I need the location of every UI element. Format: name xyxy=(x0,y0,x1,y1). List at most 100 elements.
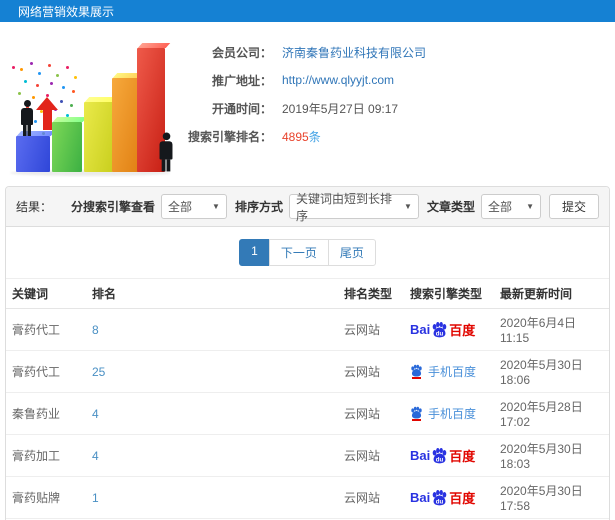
header-updated: 最新更新时间 xyxy=(500,287,573,301)
next-page-button[interactable]: 下一页 xyxy=(268,239,329,266)
baidu-mobile-label: 手机百度 xyxy=(428,407,477,421)
confetti-decoration xyxy=(12,66,15,69)
keyword-cell: 膏药加工 xyxy=(6,434,86,477)
engine-type-cell: Bai du 百度 xyxy=(404,308,494,351)
baidu-pc-logo: Bai du 百度 xyxy=(410,446,475,465)
baidu-paw-icon: du xyxy=(432,490,447,506)
rank-count-row: 搜索引擎排名： 4895条 xyxy=(176,122,615,150)
chart-bar-blue xyxy=(16,136,50,172)
rank-type-cell: 云网站 xyxy=(338,434,404,477)
engine-filter-label: 分搜索引擎查看 xyxy=(70,200,155,214)
baidu-mobile-logo: 手机百度 xyxy=(410,363,476,380)
rank-link[interactable]: 1 xyxy=(92,491,99,505)
page-title-bar: 网络营销效果展示 xyxy=(0,0,615,22)
open-time-label: 开通时间： xyxy=(211,101,272,116)
rank-link[interactable]: 4 xyxy=(92,449,99,463)
table-header-row: 关键词 排名 排名类型 搜索引擎类型 最新更新时间 xyxy=(6,278,609,309)
svg-text:du: du xyxy=(436,330,444,337)
rank-type-cell: 云网站 xyxy=(338,392,404,435)
results-panel: 结果： 分搜索引擎查看 全部 ▼ 排序方式 关键词由短到长排序 ▼ 文章类型 全… xyxy=(5,186,610,520)
updated-time-cell: 2020年5月30日 17:58 xyxy=(494,476,609,519)
page-title: 网络营销效果展示 xyxy=(18,4,115,19)
article-type-value: 全部 xyxy=(487,200,512,214)
promo-url-label: 推广地址： xyxy=(211,73,272,88)
engine-filter-value: 全部 xyxy=(167,200,192,214)
chart-bar-yellow xyxy=(84,102,113,172)
rank-type-cell: 云网站 xyxy=(338,308,404,351)
last-page-button[interactable]: 尾页 xyxy=(327,239,376,266)
header-engine-type: 搜索引擎类型 xyxy=(410,287,483,301)
growth-arrow-icon xyxy=(36,97,58,130)
baidu-mobile-logo: 手机百度 xyxy=(410,405,476,422)
baidu-mobile-paw-icon xyxy=(410,364,423,379)
baidu-mobile-paw-icon xyxy=(410,406,423,421)
page-1-button[interactable]: 1 xyxy=(239,239,270,266)
baidu-logo-cn-text: 百度 xyxy=(449,449,476,464)
businessman-figure-right xyxy=(159,132,173,172)
company-row: 会员公司： 济南秦鲁药业科技有限公司 xyxy=(176,38,615,66)
results-panel-heading: 结果： 分搜索引擎查看 全部 ▼ 排序方式 关键词由短到长排序 ▼ 文章类型 全… xyxy=(6,187,609,227)
updated-time-cell: 2020年5月28日 17:02 xyxy=(494,392,609,435)
article-type-label: 文章类型 xyxy=(426,200,475,214)
svg-text:du: du xyxy=(436,498,444,505)
baidu-paw-icon: du xyxy=(432,448,447,464)
header-keyword: 关键词 xyxy=(12,287,49,301)
chevron-down-icon: ▼ xyxy=(404,202,412,211)
header-rank: 排名 xyxy=(92,287,117,301)
company-link[interactable]: 济南秦鲁药业科技有限公司 xyxy=(282,44,426,61)
keyword-cell: 膏药代工 xyxy=(6,308,86,351)
rank-link[interactable]: 25 xyxy=(92,365,105,379)
member-info-rows: 会员公司： 济南秦鲁药业科技有限公司 推广地址： http://www.qlyy… xyxy=(176,32,615,180)
keyword-cell: 膏药贴牌 xyxy=(6,476,86,519)
rank-type-cell: 云网站 xyxy=(338,476,404,519)
submit-button[interactable]: 提交 xyxy=(548,194,599,219)
baidu-mobile-label: 手机百度 xyxy=(428,365,477,379)
chevron-down-icon: ▼ xyxy=(212,202,220,211)
table-row: 膏药代工 25 云网站 手机百度 2020年5月30日 18:06 xyxy=(6,350,609,393)
results-panel-body: 1 下一页 尾页 关键词 排名 排名类型 搜索引擎类型 最新更新时间 膏药代工 … xyxy=(6,227,609,520)
filter-controls: 分搜索引擎查看 全部 ▼ 排序方式 关键词由短到长排序 ▼ 文章类型 全部 ▼ … xyxy=(63,192,599,223)
results-label: 结果： xyxy=(16,200,53,214)
table-row: 膏药代工 8 云网站 Bai du 百度 2020年6月4日 11:15 xyxy=(6,308,609,351)
member-info-section: 会员公司： 济南秦鲁药业科技有限公司 推广地址： http://www.qlyy… xyxy=(0,32,615,180)
open-time-row: 开通时间： 2019年5月27日 09:17 xyxy=(176,94,615,122)
updated-time-cell: 2020年6月4日 11:15 xyxy=(494,308,609,351)
updated-time-cell: 2020年5月30日 18:06 xyxy=(494,350,609,393)
baidu-logo-bai-text: Bai xyxy=(410,448,431,463)
results-table: 关键词 排名 排名类型 搜索引擎类型 最新更新时间 膏药代工 8 云网站 Bai xyxy=(6,278,609,520)
pagination: 1 下一页 尾页 xyxy=(6,239,609,266)
businessman-figure-left xyxy=(21,100,33,136)
table-row: 秦鲁药业 4 云网站 手机百度 2020年5月28日 17:02 xyxy=(6,392,609,435)
rank-link[interactable]: 8 xyxy=(92,323,99,337)
baidu-logo-bai-text: Bai xyxy=(410,322,431,337)
company-label: 会员公司： xyxy=(211,45,272,60)
promo-url-row: 推广地址： http://www.qlyyjt.com xyxy=(176,66,615,94)
rank-count-label: 搜索引擎排名： xyxy=(187,129,272,144)
svg-text:du: du xyxy=(436,456,444,463)
keyword-cell: 秦鲁药业 xyxy=(6,392,86,435)
updated-time-cell: 2020年5月30日 18:03 xyxy=(494,434,609,477)
baidu-logo-cn-text: 百度 xyxy=(449,491,476,506)
header-rank-type: 排名类型 xyxy=(344,287,393,301)
sort-value: 关键词由短到长排序 xyxy=(295,191,392,223)
open-time-value: 2019年5月27日 09:17 xyxy=(282,101,399,116)
rank-type-cell: 云网站 xyxy=(338,350,404,393)
engine-type-cell: Bai du 百度 xyxy=(404,434,494,477)
engine-type-cell: 手机百度 xyxy=(404,350,494,393)
bar-chart-illustration xyxy=(6,32,176,178)
baidu-paw-icon: du xyxy=(432,322,447,338)
rank-count-value: 4895条 xyxy=(282,129,321,144)
keyword-cell: 膏药代工 xyxy=(6,350,86,393)
engine-type-cell: 手机百度 xyxy=(404,392,494,435)
chevron-down-icon: ▼ xyxy=(526,202,534,211)
table-row: 膏药贴牌 1 云网站 Bai du 百度 2020年5月30日 17:58 xyxy=(6,476,609,519)
engine-filter-select[interactable]: 全部 ▼ xyxy=(160,194,227,219)
promo-url-link[interactable]: http://www.qlyyjt.com xyxy=(282,73,394,87)
baidu-pc-logo: Bai du 百度 xyxy=(410,320,475,339)
sort-label: 排序方式 xyxy=(234,200,283,214)
baidu-logo-cn-text: 百度 xyxy=(449,323,476,338)
rank-link[interactable]: 4 xyxy=(92,407,99,421)
table-row: 膏药加工 4 云网站 Bai du 百度 2020年5月30日 18:03 xyxy=(6,434,609,477)
sort-select[interactable]: 关键词由短到长排序 ▼ xyxy=(288,192,419,223)
article-type-select[interactable]: 全部 ▼ xyxy=(480,194,541,219)
